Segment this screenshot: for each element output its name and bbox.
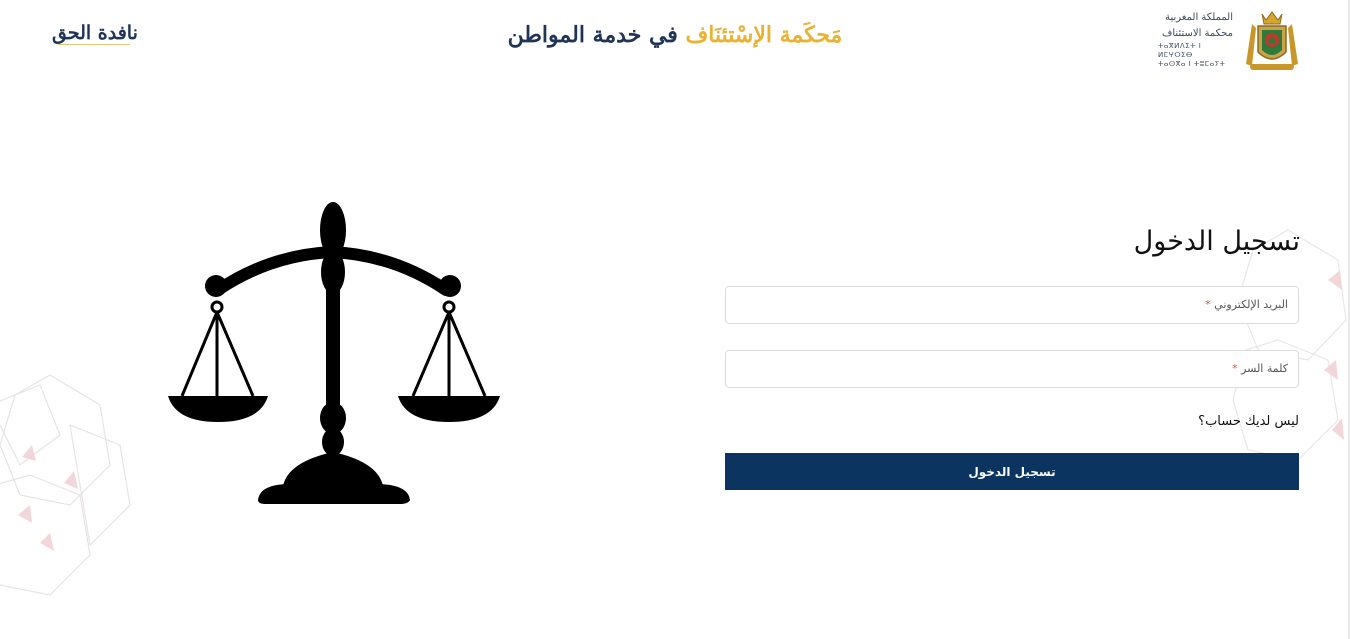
title-service: في خدمة المواطن [507, 22, 678, 48]
institution-name: المملكة المغربية محكمة الاستئناف ⵜⴰⴳⵍⴷⵉⵜ… [1158, 10, 1233, 69]
geometric-pattern-left [0, 374, 131, 596]
password-field[interactable]: كلمة السر * [725, 350, 1299, 388]
brand-logo[interactable]: نافدة الحق [52, 22, 138, 44]
institution-line-3: ⵜⴰⴳⵍⴷⵉⵜ ⵏ ⵍⵎⵖⵔⵉⴱ [1158, 42, 1202, 59]
institution-line-1: المملكة المغربية [1165, 12, 1233, 23]
moroccan-coat-of-arms-icon [1246, 11, 1298, 70]
brand-underline [58, 44, 130, 46]
email-field[interactable]: البريد الإلكتروني * [725, 286, 1299, 324]
page-title: مَحكَمة الإسْتئنَاف في خدمة المواطن [430, 22, 920, 48]
password-input[interactable] [726, 351, 1298, 387]
institution-line-4: ⵜⴰⵙⴳⴰ ⵏ ⵜⵓⵎⴰⵢⵜ [1158, 60, 1226, 68]
title-court: مَحكَمة الإسْتئنَاف [685, 22, 843, 48]
institution-line-2: محكمة الاستئناف [1162, 28, 1233, 39]
scale-of-justice-icon [168, 202, 500, 504]
signup-link[interactable]: ليس لديك حساب؟ [1000, 414, 1299, 429]
login-button[interactable]: تسجيل الدخول [725, 453, 1299, 490]
login-title: تسجيل الدخول [1133, 226, 1300, 257]
email-input[interactable] [726, 287, 1298, 323]
